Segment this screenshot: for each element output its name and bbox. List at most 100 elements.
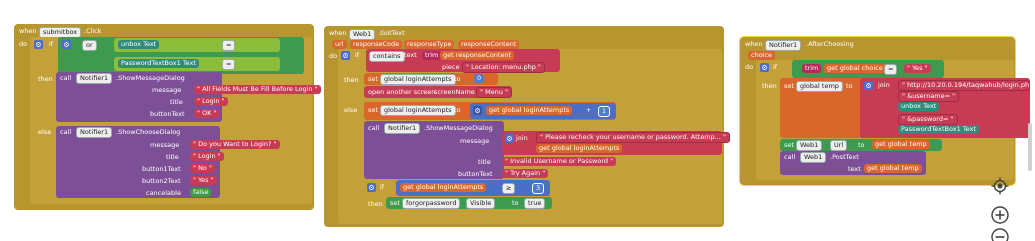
equals-dropdown[interactable]: =	[222, 59, 236, 70]
variable-dropdown[interactable]: global loginAttempts	[380, 74, 456, 85]
gear-icon[interactable]: ⚙	[62, 40, 71, 49]
trim-block[interactable]: trim	[422, 51, 442, 60]
variable-dropdown[interactable]: global choice	[840, 64, 883, 72]
title-text[interactable]: Login	[202, 97, 220, 105]
responsecontent-param[interactable]: responseContent	[458, 40, 520, 49]
responsetype-param[interactable]: responseType	[404, 40, 455, 49]
minus-circle-icon[interactable]	[990, 228, 1010, 241]
message-string[interactable]: " All Fields Must Be Fill Before Login "	[194, 85, 321, 94]
component-dropdown[interactable]: Web1	[800, 152, 827, 163]
responsecode-param[interactable]: responseCode	[350, 40, 403, 49]
button-text[interactable]: OK	[202, 109, 211, 117]
compare-dropdown[interactable]: ≥	[502, 183, 516, 194]
component-dropdown[interactable]: Web1	[349, 29, 376, 40]
text-property[interactable]: Text	[183, 59, 196, 67]
gear-icon[interactable]: ⚙	[505, 134, 514, 143]
get-variable[interactable]: get global loginAttempts	[536, 144, 623, 153]
gear-icon[interactable]: ⚙	[34, 40, 43, 49]
unbox-getter[interactable]: unbox Text	[118, 40, 160, 49]
location-text[interactable]: Location: menu.php	[471, 63, 536, 71]
button1-string[interactable]: " No "	[190, 164, 215, 173]
gear-icon[interactable]: ⚙	[341, 51, 350, 60]
property-dropdown[interactable]: Url	[830, 140, 848, 151]
text-property[interactable]: Text	[143, 40, 156, 48]
true-dropdown[interactable]: true	[524, 198, 546, 209]
variable-dropdown[interactable]: global loginAttempts	[380, 105, 456, 116]
number-zero[interactable]: 0	[474, 74, 485, 83]
notifier-dropdown[interactable]: Notifier1	[76, 127, 113, 138]
passwordbox-getter[interactable]: PasswordTextBox1 Text	[898, 125, 979, 134]
equals-dropdown[interactable]: =	[884, 64, 898, 75]
get-variable[interactable]: get global choice	[824, 64, 886, 73]
plus-circle-icon[interactable]	[990, 205, 1010, 225]
url-text[interactable]: http://10.20.0.194/taqwahub/login.php?	[907, 81, 1029, 89]
button1-text[interactable]: No	[198, 164, 207, 172]
title-string[interactable]: " Invalid Username or Password "	[502, 157, 617, 166]
or-dropdown[interactable]: or	[82, 40, 97, 51]
responsecontent-dropdown[interactable]: responseContent	[456, 51, 511, 59]
button2-text[interactable]: Yes	[198, 176, 209, 184]
variable-dropdown[interactable]: global loginAttempts	[552, 144, 620, 152]
username-string[interactable]: " &username= "	[898, 91, 960, 102]
passwordbox-dropdown[interactable]: PasswordTextBox1	[121, 59, 181, 67]
get-responsecontent[interactable]: get responseContent	[440, 51, 515, 60]
unbox-getter[interactable]: unbox Text	[898, 102, 940, 111]
component-dropdown[interactable]: Notifier1	[765, 40, 802, 51]
yes-text[interactable]: Yes	[912, 64, 923, 72]
title-string[interactable]: " Login "	[194, 97, 228, 106]
contains-dropdown[interactable]: contains	[369, 51, 405, 62]
component-dropdown[interactable]: forgorpassword	[402, 198, 461, 209]
title-text[interactable]: Invalid Username or Password	[510, 157, 608, 165]
yes-string[interactable]: " Yes "	[904, 64, 931, 73]
get-variable[interactable]: get global temp	[864, 164, 922, 173]
text-property[interactable]: Text	[923, 102, 936, 110]
text-property[interactable]: Text	[963, 125, 976, 133]
get-variable[interactable]: get global temp	[872, 140, 930, 149]
button-text[interactable]: Try Again	[510, 169, 540, 177]
get-variable[interactable]: get global loginAttempts	[486, 106, 573, 115]
button2-string[interactable]: " Yes "	[190, 176, 217, 185]
variable-dropdown[interactable]: global temp	[796, 81, 843, 92]
gear-icon[interactable]: ⚙	[367, 183, 376, 192]
component-dropdown[interactable]: Web1	[796, 140, 823, 151]
notifier-dropdown[interactable]: Notifier1	[76, 73, 113, 84]
passwordbox-dropdown[interactable]: PasswordTextBox1	[901, 125, 961, 133]
password-text[interactable]: &password=	[907, 115, 948, 123]
notifier-dropdown[interactable]: Notifier1	[384, 123, 421, 134]
button-string[interactable]: " Try Again "	[502, 169, 549, 178]
button-string[interactable]: " OK "	[194, 109, 220, 118]
unbox-dropdown[interactable]: unbox	[901, 102, 921, 110]
message-text[interactable]: Do you Want to Login?	[198, 140, 271, 148]
variable-dropdown[interactable]: global temp	[880, 164, 919, 172]
title-text[interactable]: Login	[198, 152, 216, 160]
equals-dropdown[interactable]: =	[222, 40, 236, 51]
vertical-scrollbar[interactable]	[1028, 123, 1032, 171]
password-string[interactable]: " &password= "	[898, 114, 958, 125]
title-string[interactable]: " Login "	[190, 152, 224, 161]
username-text[interactable]: &username=	[907, 92, 950, 100]
location-string[interactable]: " Location: menu.php "	[462, 62, 545, 73]
menu-text[interactable]: Menu	[485, 88, 503, 96]
trim-block[interactable]: trim	[802, 64, 822, 73]
message-string[interactable]: " Do you Want to Login? "	[190, 140, 280, 149]
false-dropdown[interactable]: false	[190, 188, 212, 197]
menu-string[interactable]: " Menu "	[476, 87, 512, 98]
variable-dropdown[interactable]: global loginAttempts	[502, 106, 570, 114]
get-variable[interactable]: get global loginAttempts	[400, 183, 487, 192]
gear-icon[interactable]: ⚙	[864, 81, 873, 90]
property-dropdown[interactable]: Visible	[466, 198, 496, 209]
message-text[interactable]: Please recheck your username or password…	[545, 133, 721, 141]
locate-icon[interactable]	[990, 176, 1010, 196]
passwordbox-getter[interactable]: PasswordTextBox1 Text	[118, 59, 199, 68]
message-text[interactable]: All Fields Must Be Fill Before Login	[202, 85, 312, 93]
variable-dropdown[interactable]: global temp	[888, 140, 927, 148]
number-one[interactable]: 1	[598, 106, 611, 117]
message-string[interactable]: " Please recheck your username or passwo…	[536, 132, 730, 143]
variable-dropdown[interactable]: global loginAttempts	[416, 183, 484, 191]
unbox-dropdown[interactable]: unbox	[121, 40, 141, 48]
number-three[interactable]: 3	[532, 183, 545, 194]
gear-icon[interactable]: ⚙	[473, 106, 482, 115]
url-string[interactable]: " http://10.20.0.194/taqwahub/login.php?…	[898, 80, 1030, 91]
choice-param[interactable]: choice	[748, 51, 776, 60]
url-param[interactable]: url	[332, 40, 347, 49]
